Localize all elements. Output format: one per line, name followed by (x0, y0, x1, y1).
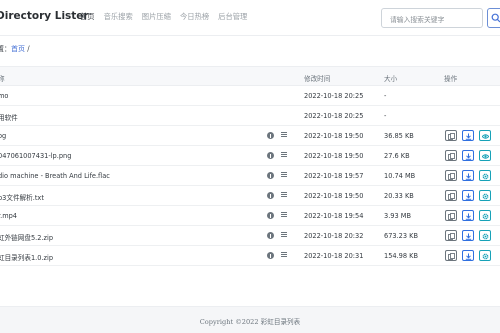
file-name-link[interactable]: r.mp4 (0, 212, 17, 220)
site-brand[interactable]: Directory Lister (0, 10, 89, 22)
settings-button[interactable] (479, 210, 491, 221)
nav-item-hot-list[interactable]: 今日热榜 (180, 12, 209, 22)
table-row[interactable]: p3文件解析.txt 2022-10-18 19:50 20.33 KB (0, 186, 500, 206)
settings-button[interactable] (479, 190, 491, 201)
info-icon[interactable] (267, 132, 274, 139)
download-button[interactable] (462, 170, 474, 181)
breadcrumb-prefix: 置： (0, 45, 11, 53)
copy-link-button[interactable] (445, 150, 457, 161)
copy-link-button[interactable] (445, 250, 457, 261)
file-size: 20.33 KB (384, 192, 414, 200)
column-header-modified[interactable]: 修改时间 (304, 73, 330, 83)
preview-button[interactable] (479, 130, 491, 141)
info-icon[interactable] (267, 232, 274, 239)
download-button[interactable] (462, 190, 474, 201)
table-row[interactable]: mo 2022-10-18 20:25 - (0, 86, 500, 106)
table-row[interactable]: 虹外链网盘5.2.zip 2022-10-18 20:32 673.23 KB (0, 226, 500, 246)
file-details-icon[interactable] (281, 232, 287, 239)
file-details-icon[interactable] (281, 172, 287, 179)
nav-item-music-search[interactable]: 音乐搜索 (104, 12, 133, 22)
download-button[interactable] (462, 210, 474, 221)
file-modified-time: 2022-10-18 20:25 (304, 112, 364, 120)
file-name-link[interactable]: mo (0, 92, 8, 100)
file-modified-time: 2022-10-18 20:32 (304, 232, 364, 240)
settings-button[interactable] (479, 250, 491, 261)
nav-item-image-compress[interactable]: 图片压缩 (142, 12, 171, 22)
search-input[interactable]: 请输入搜索关键字 (381, 8, 483, 28)
file-size: - (384, 92, 387, 100)
info-icon[interactable] (267, 152, 274, 159)
file-size: - (384, 112, 387, 120)
settings-button[interactable] (479, 170, 491, 181)
copy-link-button[interactable] (445, 210, 457, 221)
main-nav: 首页 音乐搜索 图片压缩 今日热榜 后台管理 (80, 12, 247, 22)
file-size: 10.74 MB (384, 172, 416, 180)
info-icon[interactable] (267, 212, 274, 219)
table-row[interactable]: 用软件 2022-10-18 20:25 - (0, 106, 500, 126)
file-details-icon[interactable] (281, 192, 287, 199)
top-navbar: Directory Lister 首页 音乐搜索 图片压缩 今日热榜 后台管理 … (0, 0, 500, 36)
file-modified-time: 2022-10-18 19:50 (304, 152, 364, 160)
search-button[interactable] (487, 8, 500, 28)
file-name-link[interactable]: 用软件 (0, 112, 18, 122)
info-icon[interactable] (267, 252, 274, 259)
footer-copyright: Copyright ©2022 彩虹目录列表 (199, 318, 301, 326)
file-modified-time: 2022-10-18 19:57 (304, 172, 364, 180)
file-modified-time: 2022-10-18 19:54 (304, 212, 364, 220)
file-size: 154.98 KB (384, 252, 419, 260)
column-header-name[interactable]: 称 (0, 73, 5, 83)
column-header-size[interactable]: 大小 (384, 73, 397, 83)
file-size: 3.93 MB (384, 212, 411, 220)
nav-item-home[interactable]: 首页 (80, 12, 95, 22)
file-name-link[interactable]: og (0, 132, 6, 140)
breadcrumb-separator: / (27, 45, 30, 53)
info-icon[interactable] (267, 172, 274, 179)
breadcrumb-home-link[interactable]: 首页 (11, 45, 25, 53)
settings-button[interactable] (479, 230, 491, 241)
table-row[interactable]: 虹目录列表1.0.zip 2022-10-18 20:31 154.98 KB (0, 246, 500, 266)
table-row[interactable]: 047061007431-lp.png 2022-10-18 19:50 27.6 … (0, 146, 500, 166)
download-button[interactable] (462, 230, 474, 241)
copy-link-button[interactable] (445, 230, 457, 241)
file-name-link[interactable]: 虹外链网盘5.2.zip (0, 232, 53, 242)
file-details-icon[interactable] (281, 252, 287, 259)
info-icon[interactable] (267, 192, 274, 199)
nav-item-admin[interactable]: 后台管理 (218, 12, 247, 22)
file-details-icon[interactable] (281, 132, 287, 139)
file-size: 27.6 KB (384, 152, 410, 160)
search-icon (491, 13, 500, 23)
download-button[interactable] (462, 250, 474, 261)
file-name-link[interactable]: dio machine - Breath And Life.flac (0, 172, 110, 180)
copy-link-button[interactable] (445, 130, 457, 141)
file-modified-time: 2022-10-18 20:25 (304, 92, 364, 100)
search-placeholder: 请输入搜索关键字 (390, 16, 445, 24)
table-header: 称 修改时间 大小 操作 (0, 66, 500, 86)
file-name-link[interactable]: 虹目录列表1.0.zip (0, 252, 53, 262)
copy-link-button[interactable] (445, 170, 457, 181)
breadcrumb: 置：首页 / (0, 44, 30, 54)
column-header-actions: 操作 (444, 75, 458, 83)
file-size: 673.23 KB (384, 232, 419, 240)
file-name-link[interactable]: p3文件解析.txt (0, 192, 44, 202)
table-row[interactable]: r.mp4 2022-10-18 19:54 3.93 MB (0, 206, 500, 226)
file-details-icon[interactable] (281, 152, 287, 159)
table-row[interactable]: og 2022-10-18 19:50 36.85 KB (0, 126, 500, 146)
file-modified-time: 2022-10-18 19:50 (304, 132, 364, 140)
file-modified-time: 2022-10-18 20:31 (304, 252, 364, 260)
page-footer: Copyright ©2022 彩虹目录列表 (0, 306, 500, 333)
preview-button[interactable] (479, 150, 491, 161)
file-modified-time: 2022-10-18 19:50 (304, 192, 364, 200)
file-size: 36.85 KB (384, 132, 414, 140)
download-button[interactable] (462, 130, 474, 141)
file-name-link[interactable]: 047061007431-lp.png (0, 152, 71, 160)
table-row[interactable]: dio machine - Breath And Life.flac 2022-1… (0, 166, 500, 186)
copy-link-button[interactable] (445, 190, 457, 201)
download-button[interactable] (462, 150, 474, 161)
file-details-icon[interactable] (281, 212, 287, 219)
